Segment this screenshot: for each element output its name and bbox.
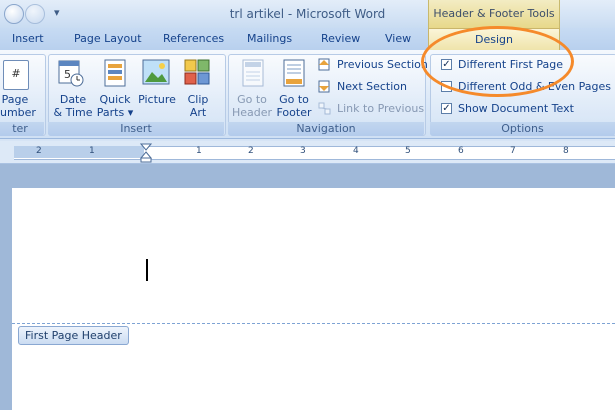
link-to-previous-button[interactable]: Link to Previous xyxy=(337,102,424,115)
go-to-footer-icon xyxy=(282,58,306,88)
quick-parts-button[interactable]: Quick Parts ▾ xyxy=(96,93,134,119)
ruler-number: 4 xyxy=(353,146,359,156)
previous-section-icon xyxy=(318,58,332,71)
first-page-header-tag: First Page Header xyxy=(18,326,129,345)
ruler-number: 5 xyxy=(405,146,411,156)
go-to-header-icon xyxy=(241,58,265,88)
ruler-number: 7 xyxy=(510,146,516,156)
ruler-number: 2 xyxy=(248,146,254,156)
show-document-text-checkbox[interactable]: ✓ xyxy=(441,103,452,114)
date-time-icon: 5 xyxy=(58,58,84,88)
go-to-header-button[interactable]: Go to Header xyxy=(231,93,273,119)
document-page[interactable] xyxy=(12,188,615,410)
tab-view[interactable]: View xyxy=(385,32,411,45)
clip-art-icon xyxy=(184,58,212,88)
previous-section-button[interactable]: Previous Section xyxy=(337,58,428,71)
highlight-ellipse xyxy=(421,26,574,97)
quick-parts-icon xyxy=(102,58,128,88)
header-boundary xyxy=(12,323,615,324)
ruler-margin xyxy=(14,146,144,158)
picture-icon xyxy=(142,58,170,88)
ruler-number: 8 xyxy=(563,146,569,156)
go-to-footer-button[interactable]: Go to Footer xyxy=(273,93,315,119)
link-to-previous-icon xyxy=(318,102,332,115)
date-time-button[interactable]: Date & Time xyxy=(53,93,93,119)
next-section-icon xyxy=(318,80,332,93)
picture-button[interactable]: Picture xyxy=(137,93,177,106)
ruler-number: 1 xyxy=(89,146,95,156)
options-group-label: Options xyxy=(430,122,615,136)
ruler-number: 2 xyxy=(36,146,42,156)
tab-insert[interactable]: Insert xyxy=(12,32,44,45)
ruler-number: 3 xyxy=(300,146,306,156)
page-number-button[interactable]: Page umber xyxy=(0,93,36,119)
tab-review[interactable]: Review xyxy=(321,32,360,45)
tab-page-layout[interactable]: Page Layout xyxy=(74,32,142,45)
header-footer-group-label: ter xyxy=(0,122,44,136)
ruler-number: 1 xyxy=(196,146,202,156)
insert-group-label: Insert xyxy=(48,122,224,136)
indent-marker-icon[interactable] xyxy=(139,143,153,163)
show-document-text-label[interactable]: Show Document Text xyxy=(458,102,574,115)
svg-text:5: 5 xyxy=(64,68,71,81)
page-number-icon: # xyxy=(3,60,29,90)
text-cursor xyxy=(146,259,148,281)
clip-art-button[interactable]: Clip Art xyxy=(180,93,216,119)
tab-mailings[interactable]: Mailings xyxy=(247,32,292,45)
tab-references[interactable]: References xyxy=(163,32,224,45)
header-footer-tools-label: Header & Footer Tools xyxy=(428,0,560,28)
navigation-group-label: Navigation xyxy=(228,122,424,136)
next-section-button[interactable]: Next Section xyxy=(337,80,407,93)
ruler-number: 6 xyxy=(458,146,464,156)
